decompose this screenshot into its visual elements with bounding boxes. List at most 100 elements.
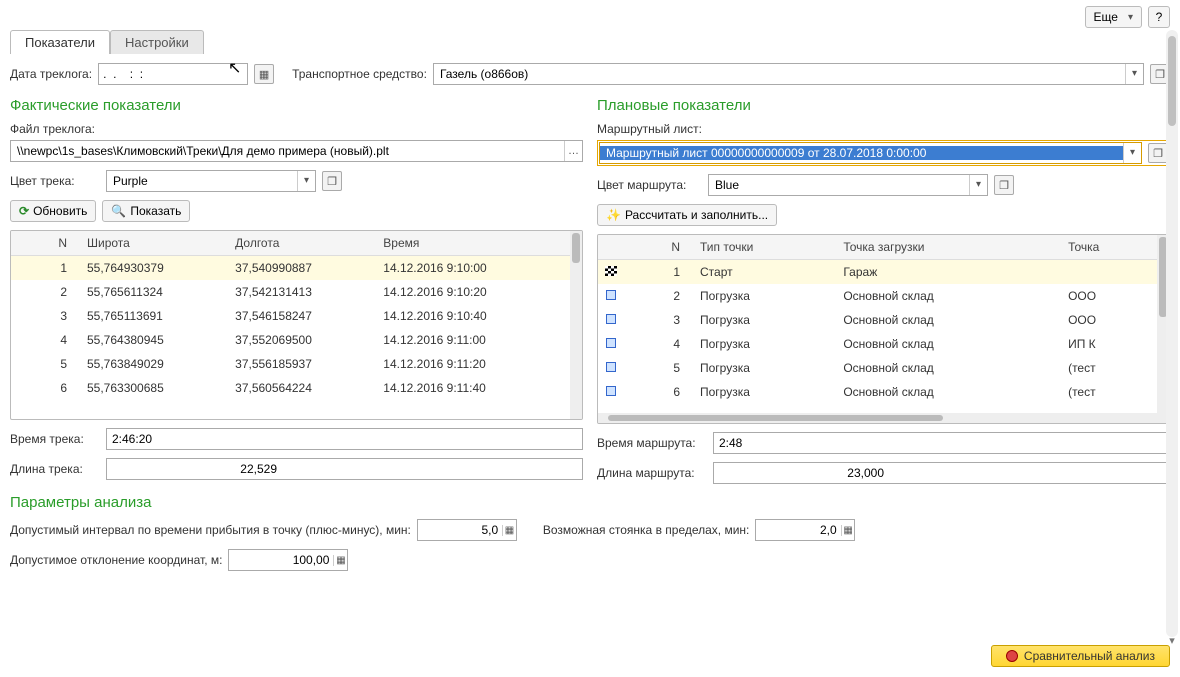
show-button[interactable]: 🔍 Показать bbox=[102, 200, 190, 222]
route-color-dropdown-icon[interactable]: ▾ bbox=[969, 175, 987, 195]
parking-input[interactable] bbox=[756, 523, 840, 537]
track-color-input[interactable] bbox=[107, 174, 297, 188]
cell-load: Основной склад bbox=[837, 332, 1062, 356]
table-row[interactable]: 1 Старт Гараж bbox=[598, 260, 1157, 285]
calendar-icon[interactable]: ▦ bbox=[254, 64, 274, 84]
cell-time: 14.12.2016 9:11:40 bbox=[377, 376, 570, 400]
coord-dev-input[interactable] bbox=[229, 553, 333, 567]
col-lon[interactable]: Долгота bbox=[229, 231, 377, 256]
cell-load: Основной склад bbox=[837, 356, 1062, 380]
more-label: Еще bbox=[1094, 10, 1118, 24]
pcol-load[interactable]: Точка загрузки bbox=[837, 235, 1062, 260]
cell-lon: 37,556185937 bbox=[229, 352, 377, 376]
table-row[interactable]: 4 55,764380945 37,552069500 14.12.2016 9… bbox=[11, 328, 570, 352]
track-color-label: Цвет трека: bbox=[10, 174, 100, 188]
route-list-input[interactable] bbox=[600, 146, 1123, 160]
route-color-open-icon[interactable]: ❐ bbox=[994, 175, 1014, 195]
route-color-label: Цвет маршрута: bbox=[597, 178, 702, 192]
cell-lon: 37,560564224 bbox=[229, 376, 377, 400]
track-time-label: Время трека: bbox=[10, 432, 100, 446]
table-row[interactable]: 2 Погрузка Основной склад ООО bbox=[598, 284, 1157, 308]
table-row[interactable]: 6 Погрузка Основной склад (тест bbox=[598, 380, 1157, 404]
cell-n: 2 bbox=[624, 284, 694, 308]
track-len-value[interactable] bbox=[112, 462, 577, 476]
pcol-type[interactable]: Тип точки bbox=[694, 235, 837, 260]
table-row[interactable]: 2 55,765611324 37,542131413 14.12.2016 9… bbox=[11, 280, 570, 304]
cell-lon: 37,542131413 bbox=[229, 280, 377, 304]
tab-indicators[interactable]: Показатели bbox=[10, 30, 110, 54]
col-n[interactable]: N bbox=[11, 231, 81, 256]
table-row[interactable]: 5 55,763849029 37,556185937 14.12.2016 9… bbox=[11, 352, 570, 376]
cell-n: 1 bbox=[624, 260, 694, 285]
cell-lon: 37,540990887 bbox=[229, 256, 377, 281]
col-time[interactable]: Время bbox=[377, 231, 570, 256]
facts-vscroll[interactable] bbox=[570, 231, 582, 419]
route-list-dropdown-icon[interactable]: ▾ bbox=[1123, 143, 1141, 163]
track-len-label: Длина трека: bbox=[10, 462, 100, 476]
table-row[interactable]: 5 Погрузка Основной склад (тест bbox=[598, 356, 1157, 380]
route-list-open-icon[interactable]: ❐ bbox=[1148, 143, 1168, 163]
table-row[interactable]: 1 55,764930379 37,540990887 14.12.2016 9… bbox=[11, 256, 570, 281]
cell-n: 5 bbox=[11, 352, 81, 376]
plan-hscroll[interactable] bbox=[598, 413, 1157, 423]
track-color-open-icon[interactable]: ❐ bbox=[322, 171, 342, 191]
parking-spinner-icon[interactable]: ▦ bbox=[841, 525, 855, 536]
refresh-button[interactable]: ⟳ Обновить bbox=[10, 200, 96, 222]
vehicle-dropdown-icon[interactable]: ▾ bbox=[1125, 64, 1143, 84]
table-row[interactable]: 3 Погрузка Основной склад ООО bbox=[598, 308, 1157, 332]
tab-settings[interactable]: Настройки bbox=[110, 30, 204, 54]
interval-spinner-icon[interactable]: ▦ bbox=[502, 525, 516, 536]
cell-lat: 55,763300685 bbox=[81, 376, 229, 400]
cell-time: 14.12.2016 9:11:00 bbox=[377, 328, 570, 352]
interval-input[interactable] bbox=[418, 523, 502, 537]
cell-load: Основной склад bbox=[837, 380, 1062, 404]
table-row[interactable]: 6 55,763300685 37,560564224 14.12.2016 9… bbox=[11, 376, 570, 400]
cell-type: Погрузка bbox=[694, 284, 837, 308]
file-input[interactable] bbox=[11, 144, 564, 158]
refresh-icon: ⟳ bbox=[19, 204, 29, 218]
cell-n: 5 bbox=[624, 356, 694, 380]
col-lat[interactable]: Широта bbox=[81, 231, 229, 256]
interval-label: Допустимый интервал по времени прибытия … bbox=[10, 523, 411, 537]
cell-lon: 37,546158247 bbox=[229, 304, 377, 328]
plan-title: Плановые показатели bbox=[597, 97, 1170, 114]
cell-type: Погрузка bbox=[694, 308, 837, 332]
compare-button[interactable]: Сравнительный анализ bbox=[991, 645, 1170, 667]
facts-table[interactable]: N Широта Долгота Время 1 55,764930379 37… bbox=[10, 230, 583, 420]
cell-load: Основной склад bbox=[837, 308, 1062, 332]
route-len-value[interactable] bbox=[719, 466, 1164, 480]
table-row[interactable]: 3 55,765113691 37,546158247 14.12.2016 9… bbox=[11, 304, 570, 328]
plan-header-row: N Тип точки Точка загрузки Точка bbox=[598, 235, 1157, 260]
cell-type: Погрузка bbox=[694, 332, 837, 356]
track-time-value[interactable] bbox=[112, 432, 577, 446]
pcol-n[interactable]: N bbox=[624, 235, 694, 260]
cell-n: 3 bbox=[624, 308, 694, 332]
pcol-point[interactable]: Точка bbox=[1062, 235, 1157, 260]
more-button[interactable]: Еще bbox=[1085, 6, 1142, 28]
track-color-dropdown-icon[interactable]: ▾ bbox=[297, 171, 315, 191]
cell-lat: 55,763849029 bbox=[81, 352, 229, 376]
tracklog-date-input[interactable] bbox=[99, 64, 247, 84]
stage-icon bbox=[606, 386, 616, 396]
cell-n: 6 bbox=[624, 380, 694, 404]
refresh-label: Обновить bbox=[33, 204, 87, 218]
table-row[interactable]: 4 Погрузка Основной склад ИП К bbox=[598, 332, 1157, 356]
stage-icon bbox=[606, 338, 616, 348]
tracklog-date-label: Дата треклога: bbox=[10, 67, 92, 81]
file-browse-icon[interactable]: … bbox=[564, 141, 582, 161]
cell-n: 4 bbox=[624, 332, 694, 356]
cell-n: 3 bbox=[11, 304, 81, 328]
route-color-input[interactable] bbox=[709, 178, 969, 192]
page-vscroll[interactable]: ▾ bbox=[1166, 30, 1178, 637]
cell-lat: 55,764380945 bbox=[81, 328, 229, 352]
route-time-value[interactable] bbox=[719, 436, 1164, 450]
calc-button[interactable]: ✨ Рассчитать и заполнить... bbox=[597, 204, 777, 226]
facts-title: Фактические показатели bbox=[10, 97, 583, 114]
stage-icon bbox=[606, 314, 616, 324]
plan-table[interactable]: N Тип точки Точка загрузки Точка 1 Старт… bbox=[597, 234, 1170, 424]
show-label: Показать bbox=[130, 204, 181, 218]
coord-dev-spinner-icon[interactable]: ▦ bbox=[333, 555, 347, 566]
cell-time: 14.12.2016 9:11:20 bbox=[377, 352, 570, 376]
vehicle-input[interactable] bbox=[434, 67, 1125, 81]
help-button[interactable]: ? bbox=[1148, 6, 1170, 28]
